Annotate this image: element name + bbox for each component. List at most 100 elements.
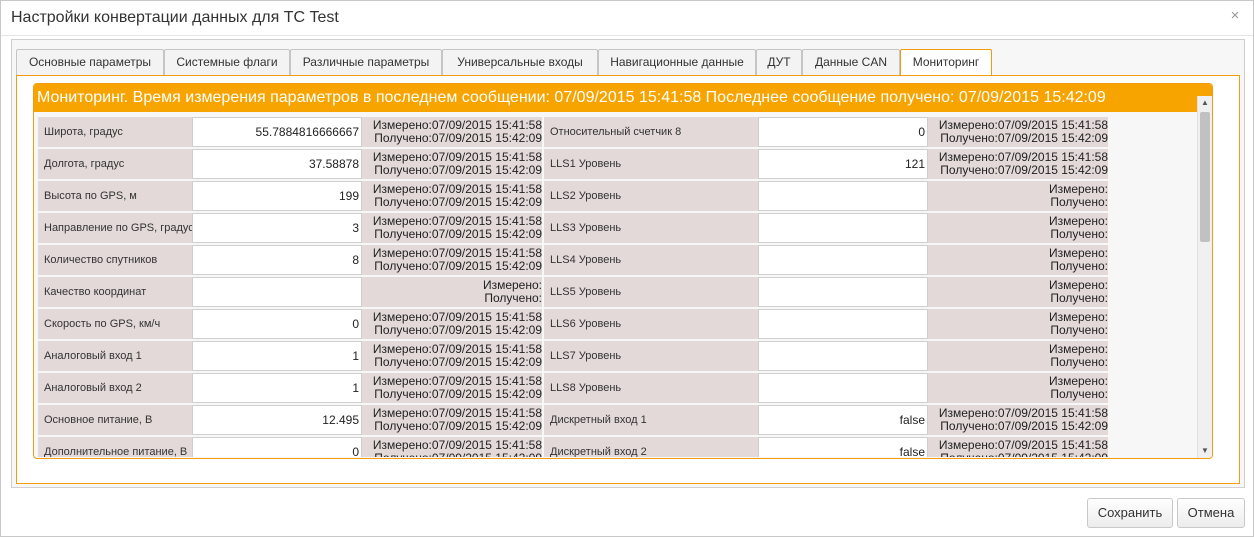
param-value-field[interactable]: 12.495 bbox=[192, 405, 362, 435]
param-value-field[interactable]: 55.7884816666667 bbox=[192, 117, 362, 147]
received-time: Получено:07/09/2015 15:42:09 bbox=[362, 452, 542, 458]
param-label: LLS6 Уровень bbox=[544, 309, 758, 339]
received-time: Получено:07/09/2015 15:42:09 bbox=[940, 131, 1108, 145]
param-value-field[interactable] bbox=[758, 181, 928, 211]
received-time: Получено:07/09/2015 15:42:09 bbox=[374, 259, 542, 273]
param-timestamps: Измерено:07/09/2015 15:41:58Получено:07/… bbox=[362, 245, 542, 275]
param-timestamps: Измерено: Получено: bbox=[928, 373, 1108, 403]
param-timestamps: Измерено:07/09/2015 15:41:58Получено:07/… bbox=[362, 437, 542, 457]
tab-monitoring[interactable]: Мониторинг bbox=[900, 49, 992, 77]
received-time: Получено: bbox=[1050, 323, 1108, 337]
param-timestamps: Измерено:07/09/2015 15:41:58Получено:07/… bbox=[362, 181, 542, 211]
save-button[interactable]: Сохранить bbox=[1087, 498, 1173, 528]
param-label: Качество координат bbox=[38, 277, 192, 307]
tab-dut[interactable]: ДУТ bbox=[756, 49, 802, 75]
param-value-field[interactable]: 199 bbox=[192, 181, 362, 211]
table-row: Высота по GPS, м 199 Измерено:07/09/2015 1… bbox=[38, 181, 1206, 211]
param-timestamps: Измерено:07/09/2015 15:41:58Получено:07/… bbox=[928, 117, 1108, 147]
param-label: LLS2 Уровень bbox=[544, 181, 758, 211]
monitoring-frame: Мониторинг. Время измерения параметров в… bbox=[33, 83, 1213, 459]
scroll-up-icon[interactable]: ▲ bbox=[1198, 96, 1212, 110]
param-label: Высота по GPS, м bbox=[38, 181, 192, 211]
param-label: Направление по GPS, градус bbox=[38, 213, 192, 243]
param-value-field[interactable]: 0 bbox=[192, 437, 362, 457]
param-timestamps: Измерено:07/09/2015 15:41:58Получено:07/… bbox=[362, 213, 542, 243]
tab-universal-inputs[interactable]: Универсальные входы bbox=[442, 49, 598, 75]
param-label: Дополнительное питание, В bbox=[38, 437, 192, 457]
monitoring-banner: Мониторинг. Время измерения параметров в… bbox=[34, 84, 1212, 112]
close-icon[interactable]: × bbox=[1227, 8, 1243, 24]
param-timestamps: Измерено: Получено: bbox=[928, 309, 1108, 339]
param-value-field[interactable]: 121 bbox=[758, 149, 928, 179]
param-label: LLS1 Уровень bbox=[544, 149, 758, 179]
param-value-field[interactable]: false bbox=[758, 405, 928, 435]
tab-main-params[interactable]: Основные параметры bbox=[16, 49, 164, 75]
dialog-titlebar[interactable]: Настройки конвертации данных для ТС Test… bbox=[1, 1, 1253, 36]
received-time: Получено:07/09/2015 15:42:09 bbox=[374, 323, 542, 337]
received-time: Получено: bbox=[1050, 227, 1108, 241]
tab-bar: Основные параметры Системные флаги Разли… bbox=[16, 49, 1238, 77]
param-label: Дискретный вход 2 bbox=[544, 437, 758, 457]
tab-can-data[interactable]: Данные CAN bbox=[802, 49, 900, 75]
vertical-scrollbar[interactable]: ▲ ▼ bbox=[1197, 96, 1212, 458]
param-label: Дискретный вход 1 bbox=[544, 405, 758, 435]
param-value-field[interactable]: false bbox=[758, 437, 928, 457]
cancel-button[interactable]: Отмена bbox=[1177, 498, 1245, 528]
param-value-field[interactable]: 37.58878 bbox=[192, 149, 362, 179]
table-row: Основное питание, В 12.495 Измерено:07/09/… bbox=[38, 405, 1206, 435]
received-time: Получено:07/09/2015 15:42:09 bbox=[374, 163, 542, 177]
table-row: Качество координат Измерено: Получено: LLS5… bbox=[38, 277, 1206, 307]
param-value-field[interactable]: 1 bbox=[192, 373, 362, 403]
param-timestamps: Измерено:07/09/2015 15:41:58Получено:07/… bbox=[362, 405, 542, 435]
param-timestamps: Измерено:07/09/2015 15:41:58Получено:07/… bbox=[928, 405, 1108, 435]
received-time: Получено:07/09/2015 15:42:09 bbox=[374, 419, 542, 433]
received-time: Получено: bbox=[484, 291, 542, 305]
param-value-field[interactable] bbox=[192, 277, 362, 307]
received-time: Получено:07/09/2015 15:42:09 bbox=[374, 355, 542, 369]
table-row: Скорость по GPS, км/ч 0 Измерено:07/09/201… bbox=[38, 309, 1206, 339]
param-label: Количество спутников bbox=[38, 245, 192, 275]
param-timestamps: Измерено:07/09/2015 15:41:58Получено:07/… bbox=[362, 117, 542, 147]
received-time: Получено: bbox=[1050, 291, 1108, 305]
param-value-field[interactable] bbox=[758, 245, 928, 275]
param-value-field[interactable] bbox=[758, 309, 928, 339]
tab-various-params[interactable]: Различные параметры bbox=[290, 49, 442, 75]
received-time: Получено:07/09/2015 15:42:09 bbox=[374, 387, 542, 401]
param-value-field[interactable]: 8 bbox=[192, 245, 362, 275]
param-value-field[interactable]: 1 bbox=[192, 341, 362, 371]
param-timestamps: Измерено:07/09/2015 15:41:58Получено:07/… bbox=[362, 309, 542, 339]
tab-system-flags[interactable]: Системные флаги bbox=[164, 49, 290, 75]
table-row: Аналоговый вход 1 1 Измерено:07/09/2015 15… bbox=[38, 341, 1206, 371]
scroll-thumb[interactable] bbox=[1200, 112, 1210, 242]
param-value-field[interactable] bbox=[758, 341, 928, 371]
param-value-field[interactable] bbox=[758, 373, 928, 403]
param-value-field[interactable] bbox=[758, 277, 928, 307]
param-timestamps: Измерено: Получено: bbox=[928, 181, 1108, 211]
received-time: Получено:07/09/2015 15:42:09 bbox=[940, 419, 1108, 433]
param-value-field[interactable]: 0 bbox=[192, 309, 362, 339]
tab-navigation-data[interactable]: Навигационные данные bbox=[598, 49, 756, 75]
param-timestamps: Измерено:07/09/2015 15:41:58Получено:07/… bbox=[362, 149, 542, 179]
param-label: LLS5 Уровень bbox=[544, 277, 758, 307]
param-label: Скорость по GPS, км/ч bbox=[38, 309, 192, 339]
param-timestamps: Измерено:07/09/2015 15:41:58Получено:07/… bbox=[362, 373, 542, 403]
param-value-field[interactable]: 3 bbox=[192, 213, 362, 243]
param-value-field[interactable] bbox=[758, 213, 928, 243]
table-row: Дополнительное питание, В 0 Измерено:07/09… bbox=[38, 437, 1206, 457]
param-label: Основное питание, В bbox=[38, 405, 192, 435]
param-value-field[interactable]: 0 bbox=[758, 117, 928, 147]
received-time: Получено: bbox=[1050, 355, 1108, 369]
param-timestamps: Измерено:07/09/2015 15:41:58Получено:07/… bbox=[362, 341, 542, 371]
scroll-down-icon[interactable]: ▼ bbox=[1198, 444, 1212, 458]
received-time: Получено:07/09/2015 15:42:09 bbox=[928, 452, 1108, 458]
param-label: Аналоговый вход 1 bbox=[38, 341, 192, 371]
param-label: LLS7 Уровень bbox=[544, 341, 758, 371]
received-time: Получено: bbox=[1050, 195, 1108, 209]
received-time: Получено: bbox=[1050, 387, 1108, 401]
monitoring-grid: Широта, градус 55.7884816666667 Измерено:0… bbox=[38, 117, 1206, 457]
received-time: Получено:07/09/2015 15:42:09 bbox=[374, 227, 542, 241]
param-timestamps: Измерено: Получено: bbox=[928, 341, 1108, 371]
table-row: Долгота, градус 37.58878 Измерено:07/09/20… bbox=[38, 149, 1206, 179]
tab-panel: Основные параметры Системные флаги Разли… bbox=[11, 39, 1245, 488]
table-row: Направление по GPS, градус 3 Измерено:07/0… bbox=[38, 213, 1206, 243]
